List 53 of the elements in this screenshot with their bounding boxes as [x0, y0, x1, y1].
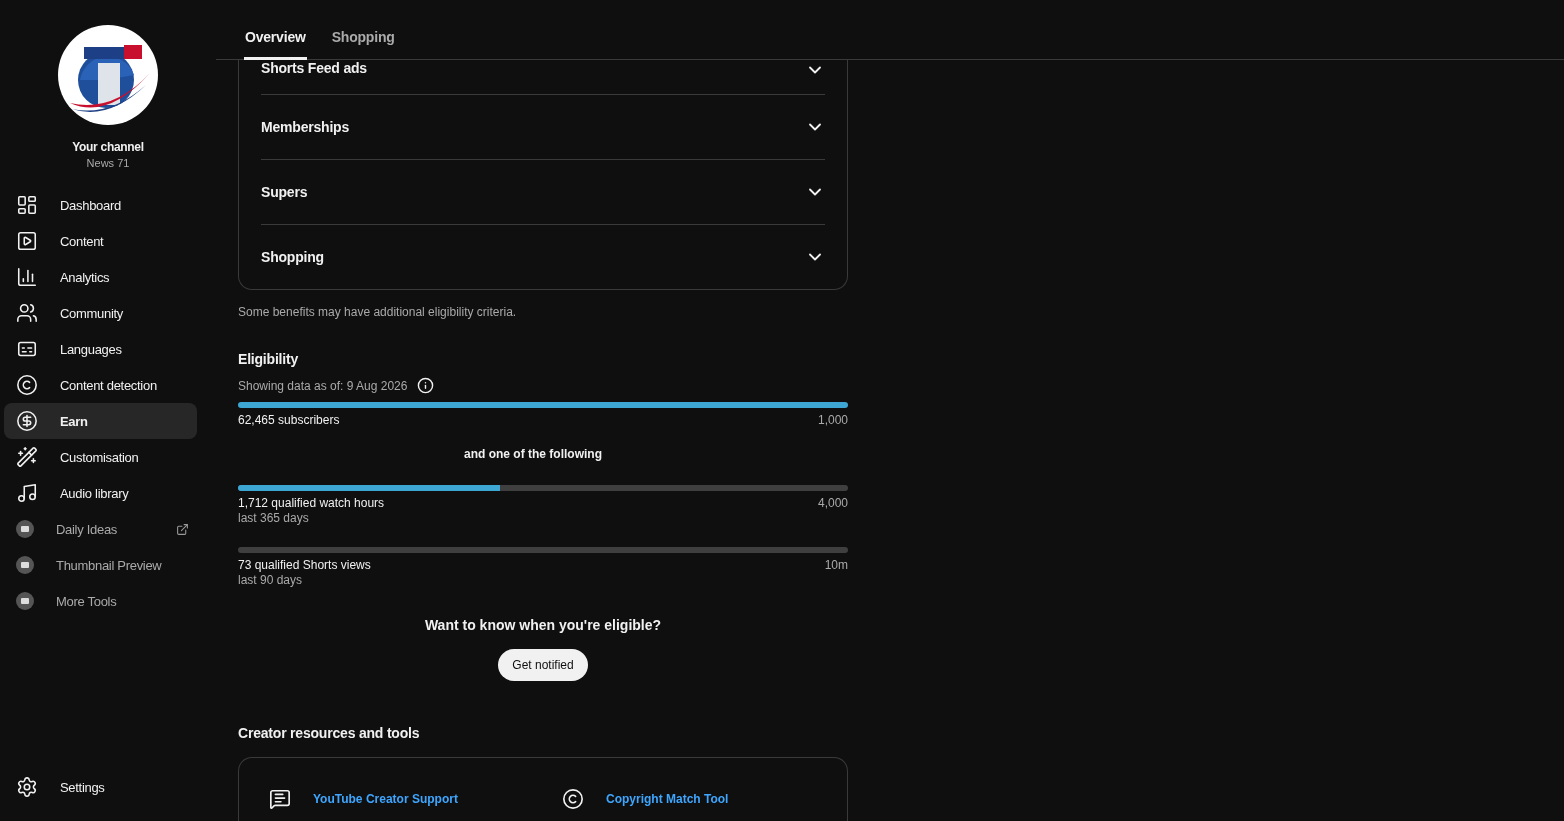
settings-icon [16, 776, 38, 798]
extension-icon [16, 556, 34, 574]
info-icon[interactable] [417, 377, 435, 394]
copyright-icon [562, 788, 584, 810]
separator-text: and one of the following [464, 447, 602, 461]
metric-label: 62,465 subscribers [238, 413, 340, 427]
sidebar-item[interactable]: Daily Ideas [4, 511, 197, 547]
nav-icon [16, 410, 38, 432]
metric-target: 1,000 [817, 413, 848, 427]
sidebar-item[interactable]: Languages [4, 331, 197, 367]
section-title: Eligibility [238, 351, 300, 367]
sidebar-item[interactable]: Content [4, 223, 197, 259]
sidebar-item[interactable]: Thumbnail Preview [4, 547, 197, 583]
sidebar-item[interactable]: Analytics [4, 259, 197, 295]
metric-label: 73 qualified Shorts views [238, 558, 371, 572]
resource-link[interactable]: Copyright Match Tool [606, 792, 729, 806]
benefit-title: Shopping [261, 249, 324, 265]
sidebar-item[interactable]: Content detection [4, 367, 197, 403]
benefit-title: Memberships [261, 119, 350, 135]
metric-label: 1,712 qualified watch hours [238, 496, 385, 510]
sidebar-item[interactable]: Audio library [4, 475, 197, 511]
benefit-title: Shorts Feed ads [261, 60, 367, 76]
sidebar-item[interactable]: Earn [4, 403, 197, 439]
extension-icon [16, 520, 34, 538]
tab[interactable]: Overview [244, 29, 307, 60]
get-notified-button[interactable]: Get notified [498, 649, 588, 681]
benefit-title: Supers [261, 184, 308, 200]
nav-icon [16, 230, 38, 252]
section-title: Creator resources and tools [238, 725, 421, 741]
sidebar-item[interactable]: Settings [4, 769, 197, 805]
nav-icon [16, 194, 38, 216]
nav-icon [16, 374, 38, 396]
sidebar-item[interactable]: Customisation [4, 439, 197, 475]
nav-icon [16, 446, 38, 468]
sidebar-item[interactable]: Dashboard [4, 187, 197, 223]
sidebar-item[interactable]: Community [4, 295, 197, 331]
benefits-note: Some benefits may have additional eligibility criteria. [238, 305, 518, 319]
eligibility-prompt: Want to know when you're eligible? [424, 617, 662, 633]
nav-icon [16, 482, 38, 504]
metric-period: last 365 days [238, 511, 310, 525]
chat-icon [269, 788, 291, 810]
sidebar-item[interactable]: More Tools [4, 583, 197, 619]
tab[interactable]: Shopping [330, 29, 396, 60]
metric-target: 4,000 [817, 496, 848, 512]
metric-target: 10m [824, 558, 848, 574]
nav-icon [16, 266, 38, 288]
data-date: Showing data as of: 9 Aug 2026 [238, 378, 408, 393]
metric-period: last 90 days [238, 573, 304, 587]
channel-name: News 71 [86, 157, 130, 169]
resource-link[interactable]: YouTube Creator Support [313, 792, 458, 806]
channel-label: Your channel [72, 140, 144, 154]
extension-icon [16, 592, 34, 610]
nav-icon [16, 302, 38, 324]
